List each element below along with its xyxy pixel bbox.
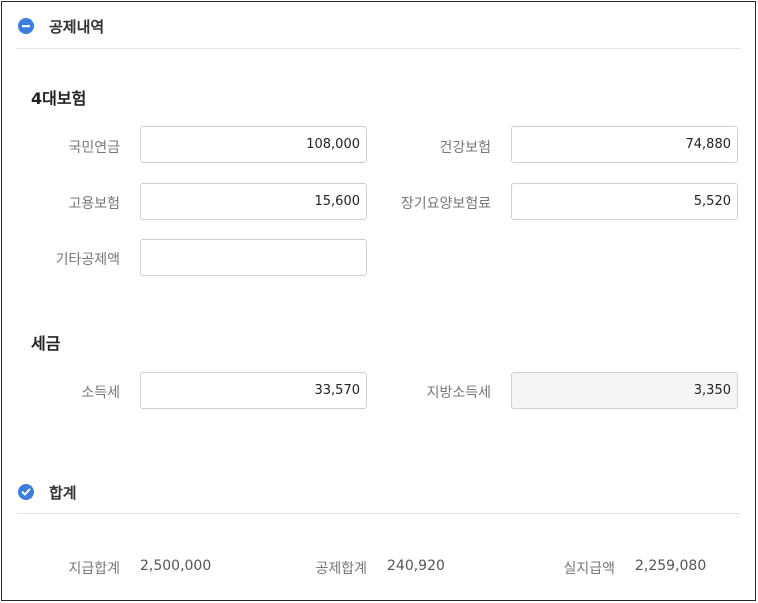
tax-group-title: 세금 [31,334,61,353]
check-circle-icon[interactable] [18,484,34,500]
income-tax-label: 소득세 [81,385,120,401]
totals-divider [17,513,740,514]
national-pension-input[interactable] [140,126,367,163]
deductions-title: 공제내역 [49,17,105,36]
insurance-group-title: 4대보험 [31,89,87,108]
local-income-tax-input [511,372,738,409]
local-income-tax-label: 지방소득세 [426,385,491,401]
minus-circle-icon[interactable] [18,18,34,34]
employment-insurance-label: 고용보험 [68,196,120,212]
other-deduction-input[interactable] [140,239,367,276]
deduction-total-label: 공제합계 [315,561,367,577]
net-pay-value: 2,259,080 [635,558,707,574]
income-tax-input[interactable] [140,372,367,409]
health-insurance-label: 건강보험 [439,140,491,156]
payroll-panel: 공제내역 4대보험 국민연금 건강보험 고용보험 장기요양보험료 기타공제액 세… [1,1,756,601]
health-insurance-input[interactable] [511,126,738,163]
totals-title: 합계 [49,483,77,502]
national-pension-label: 국민연금 [68,140,120,156]
deductions-section-header[interactable]: 공제내역 [17,11,740,41]
payment-total-label: 지급합계 [68,561,120,577]
other-deduction-label: 기타공제액 [55,252,120,268]
totals-section-header[interactable]: 합계 [17,477,740,507]
net-pay-label: 실지급액 [563,561,615,577]
payment-total-value: 2,500,000 [140,558,212,574]
long-term-care-input[interactable] [511,183,738,220]
deductions-divider [17,48,740,49]
long-term-care-label: 장기요양보험료 [400,196,491,212]
deduction-total-value: 240,920 [387,558,445,574]
employment-insurance-input[interactable] [140,183,367,220]
